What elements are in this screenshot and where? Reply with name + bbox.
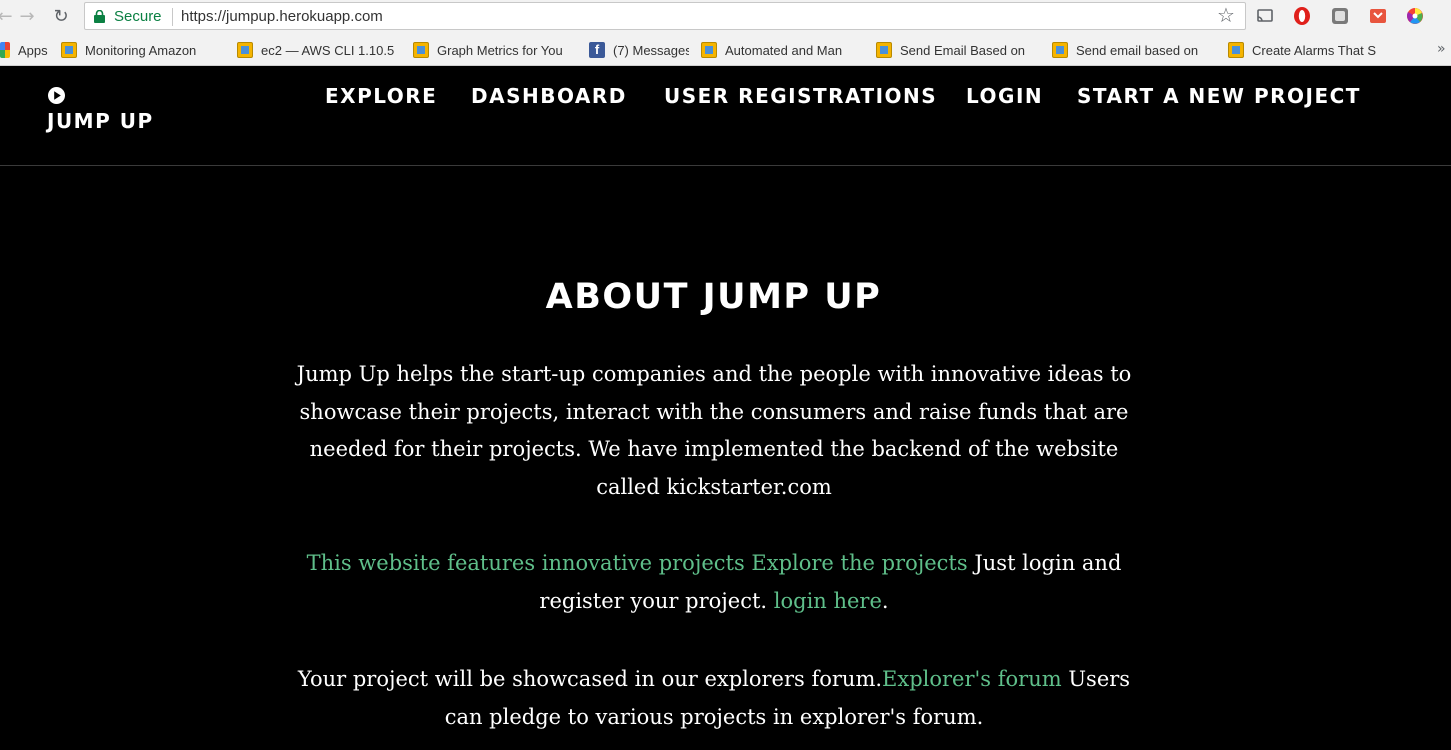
aws-cube-icon	[413, 42, 429, 58]
bookmark-item[interactable]: Automated and Man	[701, 40, 865, 60]
opera-extension-icon[interactable]	[1292, 6, 1312, 26]
nav-dashboard[interactable]: DASHBOARD	[471, 84, 627, 108]
bookmark-item[interactable]: Create Alarms That S	[1228, 40, 1388, 60]
bookmark-item[interactable]: f (7) Messages	[589, 40, 689, 60]
about-section: ABOUT JUMP UP Jump Up helps the start-up…	[0, 167, 1451, 750]
bookmark-label: Automated and Man	[725, 42, 843, 58]
url-text[interactable]: https://jumpup.herokuapp.com	[181, 8, 383, 25]
bookmark-label: Create Alarms That S	[1252, 42, 1377, 58]
bookmarks-bar: Apps Monitoring Amazon ec2 — AWS CLI 1.1…	[0, 33, 1451, 66]
bookmark-star-icon[interactable]: ☆	[1217, 4, 1235, 26]
browser-toolbar: ← → ↻ Secure https://jumpup.herokuapp.co…	[0, 0, 1451, 33]
bookmark-apps[interactable]: Apps	[0, 40, 50, 60]
nav-user-registrations[interactable]: USER REGISTRATIONS	[664, 84, 937, 108]
bookmark-label: Monitoring Amazon	[85, 42, 197, 58]
address-bar[interactable]: Secure https://jumpup.herokuapp.com	[84, 2, 1246, 30]
features-link[interactable]: This website features innovative project…	[307, 551, 745, 575]
bookmarks-overflow-icon[interactable]: »	[1437, 41, 1446, 57]
about-forum-paragraph: Your project will be showcased in our ex…	[278, 661, 1150, 736]
nav-explore[interactable]: EXPLORE	[325, 84, 437, 108]
reload-icon[interactable]: ↻	[50, 5, 72, 27]
forward-arrow-icon[interactable]: →	[16, 5, 38, 27]
aws-cube-icon	[876, 42, 892, 58]
bookmark-label: Apps	[18, 42, 48, 58]
about-title: ABOUT JUMP UP	[545, 277, 882, 317]
color-wheel-extension-icon[interactable]	[1405, 6, 1425, 26]
nav-start-project[interactable]: START A NEW PROJECT	[1077, 84, 1361, 108]
about-intro: Jump Up helps the start-up companies and…	[296, 362, 1132, 499]
bookmark-label: Graph Metrics for You	[437, 42, 563, 58]
extension-gray-icon[interactable]	[1330, 6, 1350, 26]
nav-login[interactable]: LOGIN	[966, 84, 1043, 108]
cast-icon[interactable]	[1255, 6, 1275, 26]
bookmark-label: Send Email Based on	[900, 42, 1026, 58]
aws-cube-icon	[1228, 42, 1244, 58]
bookmark-item[interactable]: ec2 — AWS CLI 1.10.5	[237, 40, 409, 60]
aws-cube-icon	[1052, 42, 1068, 58]
forum-text: Your project will be showcased in our ex…	[297, 667, 883, 691]
about-features-paragraph: This website features innovative project…	[278, 545, 1150, 620]
lock-icon	[94, 10, 105, 23]
extension-red-icon[interactable]	[1368, 6, 1388, 26]
bookmark-label: (7) Messages	[613, 42, 689, 58]
site-logo[interactable]: JUMP UP	[47, 86, 154, 133]
facebook-icon: f	[589, 42, 605, 58]
bookmark-item[interactable]: Graph Metrics for You	[413, 40, 581, 60]
bookmark-item[interactable]: Monitoring Amazon	[61, 40, 221, 60]
bookmark-label: ec2 — AWS CLI 1.10.5	[261, 42, 395, 58]
apps-icon	[0, 42, 10, 58]
url-divider	[172, 8, 173, 26]
back-arrow-icon[interactable]: ←	[0, 5, 16, 27]
aws-cube-icon	[237, 42, 253, 58]
aws-cube-icon	[701, 42, 717, 58]
play-circle-icon	[48, 87, 65, 104]
explore-projects-link[interactable]: Explore the projects	[751, 551, 967, 575]
explorers-forum-link[interactable]: Explorer's forum	[882, 667, 1062, 691]
bookmark-item[interactable]: Send Email Based on	[876, 40, 1036, 60]
site-header: JUMP UP EXPLORE DASHBOARD USER REGISTRAT…	[0, 67, 1451, 166]
secure-label: Secure	[114, 8, 162, 25]
aws-cube-icon	[61, 42, 77, 58]
period-text: .	[881, 588, 889, 613]
logo-text: JUMP UP	[47, 109, 154, 133]
login-here-link[interactable]: login here	[774, 589, 882, 613]
bookmark-item[interactable]: Send email based on	[1052, 40, 1212, 60]
bookmark-label: Send email based on	[1076, 42, 1199, 58]
